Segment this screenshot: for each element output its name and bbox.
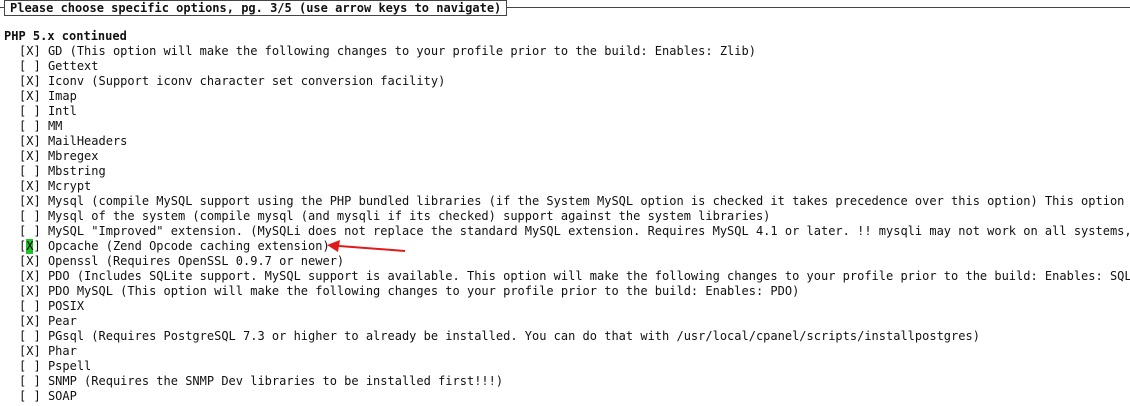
option-row[interactable]: [ ] POSIX [19,299,1130,314]
option-row[interactable]: [X] GD (This option will make the follow… [19,44,1130,59]
option-row[interactable]: [ ] Mbstring [19,164,1130,179]
option-label: POSIX [47,299,85,313]
option-label: SOAP [47,389,77,403]
option-label: Mysql (compile MySQL support using the P… [47,194,1130,208]
option-row[interactable]: [ ] Pspell [19,359,1130,374]
option-row[interactable]: [X] PDO (Includes SQLite support. MySQL … [19,269,1130,284]
option-row[interactable]: [X] Iconv (Support iconv character set c… [19,74,1130,89]
option-checkbox[interactable]: [ ] [19,374,41,388]
option-row[interactable]: [X] Pear [19,314,1130,329]
dialog-title-bar: Please choose specific options, pg. 3/5 … [0,0,1130,16]
option-row[interactable]: [X] Imap [19,89,1130,104]
option-checkbox[interactable]: [X] [19,149,41,163]
option-row[interactable]: [X] PDO MySQL (This option will make the… [19,284,1130,299]
option-checkbox[interactable]: [X] [19,74,41,88]
option-label: GD (This option will make the following … [47,44,756,58]
option-label: Mcrypt [47,179,92,193]
option-row[interactable]: [ ] Intl [19,104,1130,119]
option-checkbox[interactable]: [X] [19,134,41,148]
option-row[interactable]: [X] Mysql (compile MySQL support using t… [19,194,1130,209]
option-checkbox[interactable]: [X] [19,239,41,254]
option-checkbox[interactable]: [X] [19,44,41,58]
option-checkbox[interactable]: [X] [19,344,41,358]
option-label: Openssl (Requires OpenSSL 0.9.7 or newer… [47,254,345,268]
option-label: Iconv (Support iconv character set conve… [47,74,446,88]
option-label: Opcache (Zend Opcode caching extension) [47,239,330,253]
option-label: PGsql (Requires PostgreSQL 7.3 or higher… [47,329,980,343]
dialog-title: Please choose specific options, pg. 3/5 … [4,0,508,16]
option-row[interactable]: [ ] Mysql of the system (compile mysql (… [19,209,1130,224]
option-row[interactable]: [ ] MySQL "Improved" extension. (MySQLi … [19,224,1130,239]
option-checkbox[interactable]: [X] [19,254,41,268]
option-checkbox[interactable]: [ ] [19,104,41,118]
option-checkbox[interactable]: [ ] [19,164,41,178]
option-label: MM [47,119,63,133]
option-checkbox[interactable]: [X] [19,284,41,298]
section-heading: PHP 5.x continued [4,29,127,43]
option-checkbox[interactable]: [ ] [19,299,41,313]
option-label: Mbregex [47,149,99,163]
option-checkbox[interactable]: [X] [19,194,41,208]
option-row[interactable]: [X] Mbregex [19,149,1130,164]
option-row[interactable]: [X] Phar [19,344,1130,359]
option-label: Gettext [47,59,99,73]
option-checkbox[interactable]: [ ] [19,329,41,343]
option-label: Phar [47,344,77,358]
option-row[interactable]: [ ] SOAP [19,389,1130,404]
option-row[interactable]: [X] Openssl (Requires OpenSSL 0.9.7 or n… [19,254,1130,269]
option-row[interactable]: [ ] PGsql (Requires PostgreSQL 7.3 or hi… [19,329,1130,344]
option-label: MySQL "Improved" extension. (MySQLi does… [47,224,1130,238]
option-label: Pspell [47,359,92,373]
option-row[interactable]: [X] MailHeaders [19,134,1130,149]
option-row[interactable]: [ ] Gettext [19,59,1130,74]
option-row[interactable]: [X] Opcache (Zend Opcode caching extensi… [19,239,1130,254]
option-label: Imap [47,89,77,103]
options-list: [X] GD (This option will make the follow… [19,44,1130,404]
option-label: SNMP (Requires the SNMP Dev libraries to… [47,374,504,388]
option-checkbox[interactable]: [ ] [19,119,41,133]
option-checkbox[interactable]: [X] [19,179,41,193]
option-checkbox[interactable]: [ ] [19,209,41,223]
option-row[interactable]: [ ] SNMP (Requires the SNMP Dev librarie… [19,374,1130,389]
option-checkbox[interactable]: [X] [19,269,41,283]
terminal-window: Please choose specific options, pg. 3/5 … [0,0,1130,406]
option-label: PDO (Includes SQLite support. MySQL supp… [47,269,1130,283]
option-checkbox[interactable]: [X] [19,89,41,103]
option-label: MailHeaders [47,134,128,148]
option-label: Mysql of the system (compile mysql (and … [47,209,771,223]
option-label: Intl [47,104,77,118]
option-checkbox[interactable]: [ ] [19,359,41,373]
option-checkbox[interactable]: [ ] [19,224,41,238]
option-label: Pear [47,314,77,328]
option-label: PDO MySQL (This option will make the fol… [47,284,800,298]
option-checkbox[interactable]: [X] [19,314,41,328]
option-checkbox[interactable]: [ ] [19,389,41,403]
annotation-arrow [327,240,406,252]
option-row[interactable]: [X] Mcrypt [19,179,1130,194]
option-checkbox[interactable]: [ ] [19,59,41,73]
option-label: Mbstring [47,164,106,178]
option-row[interactable]: [ ] MM [19,119,1130,134]
